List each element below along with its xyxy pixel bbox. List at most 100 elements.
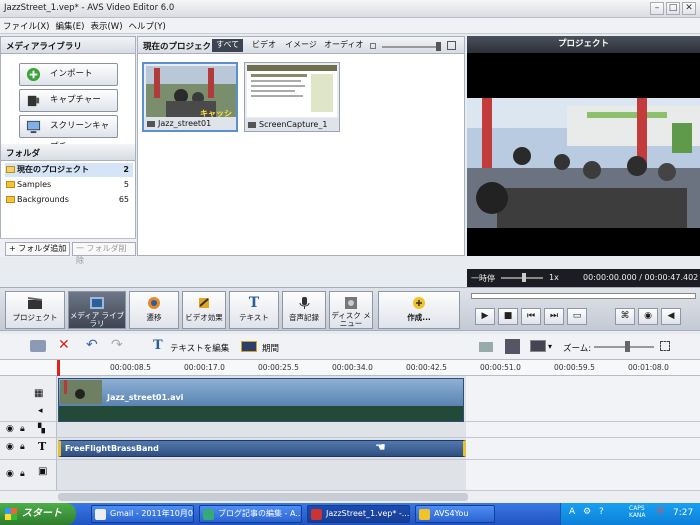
maximize-button[interactable]: □ xyxy=(666,2,680,15)
menu-edit[interactable]: 編集(E) xyxy=(52,18,87,34)
tab-audio[interactable]: オーディオ xyxy=(320,39,367,52)
tab-image[interactable]: イメージ xyxy=(281,39,321,52)
lock-icon[interactable]: 🔒︎ xyxy=(20,442,25,452)
capture-button[interactable]: キャプチャー xyxy=(19,89,118,112)
taskbar-item-label: Gmail - 2011年10月0... xyxy=(110,509,194,518)
snap-icon[interactable] xyxy=(479,342,493,352)
thumb-size-slider[interactable] xyxy=(382,46,440,48)
clock[interactable]: 7:27 xyxy=(673,508,693,518)
view-mode-dropdown-icon[interactable]: ▾ xyxy=(548,342,552,351)
add-folder-button[interactable]: + フォルダ追加 xyxy=(5,242,71,256)
previous-frame-button[interactable]: ⏮ xyxy=(521,308,541,325)
large-thumb-icon[interactable] xyxy=(447,41,456,50)
fit-timeline-icon[interactable] xyxy=(660,341,670,351)
stop-button[interactable]: ■ xyxy=(498,308,518,325)
timeline-ruler[interactable]: 00:00:08.5 00:00:17.0 00:00:25.5 00:00:3… xyxy=(0,360,700,376)
visibility-eye-icon[interactable]: ◉ xyxy=(6,469,14,479)
project-button[interactable]: プロジェクト xyxy=(5,291,65,329)
produce-button[interactable]: 作成... xyxy=(378,291,460,329)
screen-capture-button[interactable]: スクリーンキャプチャ xyxy=(19,115,118,152)
text-track-icon: T xyxy=(38,440,47,453)
voice-record-button-label: 音声記録 xyxy=(289,313,319,322)
folder-current-project[interactable]: 現在のプロジェクト 2 xyxy=(5,163,133,177)
editor-icon xyxy=(203,509,214,520)
tray-help-icon[interactable]: ? xyxy=(599,507,604,517)
play-button[interactable]: ▶ xyxy=(475,308,495,325)
taskbar-item-avs4you[interactable]: AVS4You xyxy=(415,505,495,523)
send-to-timeline-icon[interactable] xyxy=(30,340,46,352)
close-button[interactable]: ✕ xyxy=(682,2,696,15)
duration-label[interactable]: 期間 xyxy=(262,342,279,354)
duration-icon[interactable] xyxy=(241,341,257,352)
media-library-button[interactable]: メディア ライブラリ xyxy=(68,291,126,329)
monitor-icon xyxy=(26,120,41,134)
menu-view[interactable]: 表示(W) xyxy=(87,18,125,34)
ruler-tick: 00:00:25.5 xyxy=(258,363,299,372)
voice-record-button[interactable]: 音声記録 xyxy=(282,291,326,329)
timeline-scrollbar[interactable] xyxy=(0,490,700,503)
small-thumb-icon[interactable] xyxy=(370,43,376,49)
zoom-handle[interactable] xyxy=(625,341,630,352)
folder-backgrounds[interactable]: Backgrounds 65 xyxy=(5,193,133,207)
minimize-button[interactable]: – xyxy=(650,2,664,15)
edit-text-label[interactable]: テキストを編集 xyxy=(170,342,229,354)
thumb-size-handle[interactable] xyxy=(436,42,441,51)
preview-panel: プロジェクト xyxy=(467,36,700,256)
snapshot-button[interactable]: ◉ xyxy=(638,308,658,325)
redo-icon[interactable]: ↷ xyxy=(111,337,123,353)
effects-icon xyxy=(199,298,209,308)
media-thumb-screencapture[interactable]: ScreenCapture_1 xyxy=(244,62,340,132)
text-button[interactable]: T テキスト xyxy=(229,291,279,329)
volume-button[interactable]: ◀ xyxy=(661,308,681,325)
taskbar-item-blog[interactable]: ブログ記事の編集 - A... xyxy=(199,505,302,523)
preview-video xyxy=(467,98,700,228)
tray-language-icon[interactable]: A xyxy=(569,507,575,517)
audio-mute-icon[interactable]: ◂ xyxy=(38,406,43,416)
tab-all[interactable]: すべて xyxy=(212,39,244,52)
zoom-slider[interactable] xyxy=(594,346,654,348)
text-clip[interactable]: FreeFlightBrassBand ☚ xyxy=(58,440,466,457)
overlay-track-icon: ▣ xyxy=(38,466,48,477)
tray-settings-icon[interactable]: ⚙ xyxy=(583,507,591,517)
text-track-header: ◉ 🔒︎ T xyxy=(0,438,57,459)
next-frame-button[interactable]: ⏭ xyxy=(544,308,564,325)
import-button[interactable]: インポート xyxy=(19,63,118,86)
speed-handle[interactable] xyxy=(522,273,526,282)
video-effects-button[interactable]: ビデオ効果 xyxy=(182,291,226,329)
media-library-panel: メディアライブラリ インポート キャプチャー スクリーンキャプチャ フォルダ 現… xyxy=(0,36,136,256)
split-button[interactable]: ⌘ xyxy=(615,308,635,325)
text-clip-name: FreeFlightBrassBand xyxy=(65,444,159,453)
lock-icon[interactable]: 🔒︎ xyxy=(20,469,25,479)
video-clip[interactable]: Jazz_street01.avi xyxy=(58,378,464,422)
system-tray: A ⚙ ? CAPS KANA ⛨ 7:27 xyxy=(560,503,700,525)
tray-security-icon[interactable]: ⛨ xyxy=(657,507,664,517)
delete-icon[interactable]: ✕ xyxy=(58,337,70,353)
menu-file[interactable]: ファイル(X) xyxy=(0,18,52,34)
visibility-eye-icon[interactable]: ◉ xyxy=(6,424,14,434)
taskbar-item-avs[interactable]: JazzStreet_1.vep* -... xyxy=(307,505,410,523)
view-mode-icon[interactable] xyxy=(530,340,546,352)
folder-samples[interactable]: Samples 5 xyxy=(5,178,133,192)
delete-folder-button[interactable]: 一 フォルダ削除 xyxy=(72,242,136,265)
lock-icon[interactable]: 🔒︎ xyxy=(20,424,25,434)
taskbar-item-gmail[interactable]: Gmail - 2011年10月0... xyxy=(91,505,194,523)
fullscreen-button[interactable]: ▭ xyxy=(567,308,587,325)
folder-count: 5 xyxy=(123,180,129,189)
playhead-marker[interactable] xyxy=(57,360,60,376)
taskbar-item-label: ブログ記事の編集 - A... xyxy=(218,509,302,518)
window-title: JazzStreet_1.vep* - AVS Video Editor 6.0 xyxy=(4,3,175,13)
audio-settings-icon[interactable] xyxy=(505,339,520,354)
menu-help[interactable]: ヘルプ(Y) xyxy=(126,18,169,34)
edit-text-icon[interactable]: T xyxy=(153,338,163,353)
media-thumb-jazz[interactable]: キャッシング Jazz_street01 xyxy=(142,62,238,132)
tab-video[interactable]: ビデオ xyxy=(248,39,280,52)
transitions-button[interactable]: 遷移 xyxy=(129,291,179,329)
seek-bar[interactable] xyxy=(471,293,696,299)
video-track-icon: ▦ xyxy=(34,388,44,399)
undo-icon[interactable]: ↶ xyxy=(86,337,98,353)
visibility-eye-icon[interactable]: ◉ xyxy=(6,442,14,452)
start-button[interactable]: スタート xyxy=(0,503,76,525)
disc-menu-button[interactable]: ディスク メニュー xyxy=(329,291,373,329)
scrollbar-thumb[interactable] xyxy=(58,493,468,501)
capture-label: キャプチャー xyxy=(50,95,101,105)
